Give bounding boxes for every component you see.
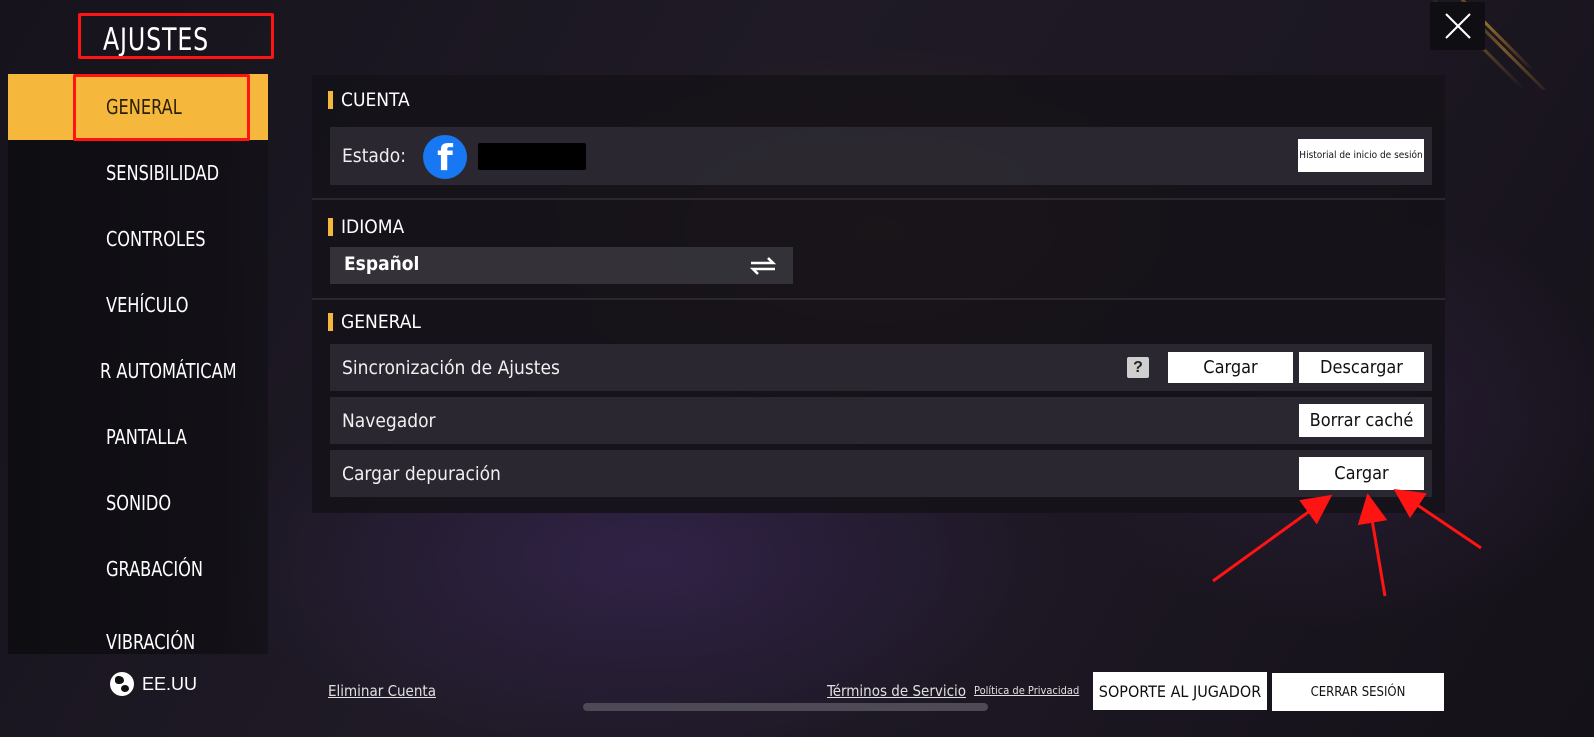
globe-icon (110, 672, 134, 696)
logout-button[interactable]: CERRAR SESIÓN (1272, 673, 1444, 711)
sync-label: Sincronización de Ajustes (342, 356, 560, 379)
sidebar: GENERAL SENSIBILIDAD CONTROLES VEHÍCULO … (8, 74, 268, 654)
status-label: Estado: (342, 145, 406, 167)
section-title: CUENTA (341, 89, 410, 111)
browser-label: Navegador (342, 409, 436, 432)
login-history-button[interactable]: Historial de inicio de sesión (1298, 139, 1424, 172)
sidebar-item-vehiculo[interactable]: VEHÍCULO (8, 272, 268, 338)
sidebar-item-pantalla[interactable]: PANTALLA (8, 404, 268, 470)
sidebar-item-label: VEHÍCULO (106, 293, 189, 317)
sidebar-item-sonido[interactable]: SONIDO (8, 470, 268, 536)
sync-upload-button[interactable]: Cargar (1168, 352, 1293, 383)
sidebar-item-sensibilidad[interactable]: SENSIBILIDAD (8, 140, 268, 206)
annotation-arrow (1357, 493, 1388, 597)
terms-link[interactable]: Términos de Servicio (827, 682, 966, 700)
redacted-username (478, 143, 586, 170)
sidebar-item-label: R AUTOMÁTICAM (100, 359, 237, 383)
divider (312, 298, 1445, 300)
section-general: GENERAL (328, 311, 421, 333)
section-title: IDIOMA (341, 216, 405, 238)
section-accent-bar (328, 218, 333, 236)
sync-download-button[interactable]: Descargar (1299, 352, 1424, 383)
annotation-box-general (73, 74, 250, 141)
close-icon (1444, 13, 1471, 39)
delete-account-link[interactable]: Eliminar Cuenta (328, 682, 436, 700)
facebook-icon: f (423, 135, 467, 179)
language-selector[interactable]: Español (330, 247, 793, 284)
language-value: Español (344, 253, 420, 275)
debug-row: Cargar depuración Cargar (330, 450, 1432, 497)
sidebar-item-label: PANTALLA (106, 425, 187, 449)
help-icon[interactable]: ? (1127, 357, 1149, 378)
sync-row: Sincronización de Ajustes ? Cargar Desca… (330, 344, 1432, 391)
sidebar-item-label: GRABACIÓN (106, 557, 203, 581)
sidebar-item-grabacion[interactable]: GRABACIÓN (8, 536, 268, 602)
horizontal-scrollbar[interactable] (583, 703, 988, 711)
player-support-button[interactable]: SOPORTE AL JUGADOR (1093, 672, 1267, 710)
section-accent-bar (328, 313, 333, 331)
sidebar-item-label: SONIDO (106, 491, 172, 515)
sidebar-item-automatico[interactable]: R AUTOMÁTICAM (8, 338, 268, 404)
sidebar-item-controles[interactable]: CONTROLES (8, 206, 268, 272)
sidebar-item-label: SENSIBILIDAD (106, 161, 220, 185)
region-label: EE.UU (142, 673, 198, 694)
sidebar-item-label: CONTROLES (106, 227, 206, 251)
sidebar-item-vibracion[interactable]: VIBRACIÓN (8, 602, 268, 654)
clear-cache-button[interactable]: Borrar caché (1299, 404, 1424, 437)
account-row: Estado: f Historial de inicio de sesión (330, 127, 1432, 185)
debug-label: Cargar depuración (342, 462, 501, 485)
section-cuenta: CUENTA (328, 89, 410, 111)
section-accent-bar (328, 91, 333, 109)
swap-arrows-icon (749, 257, 777, 275)
close-button[interactable] (1430, 2, 1485, 50)
browser-row: Navegador Borrar caché (330, 397, 1432, 444)
settings-panel: CUENTA Estado: f Historial de inicio de … (312, 75, 1445, 513)
sidebar-item-label: VIBRACIÓN (106, 630, 196, 654)
debug-upload-button[interactable]: Cargar (1299, 457, 1424, 490)
privacy-link[interactable]: Política de Privacidad (974, 684, 1079, 697)
section-idioma: IDIOMA (328, 216, 404, 238)
region-selector[interactable]: EE.UU (110, 672, 197, 696)
section-title: GENERAL (341, 311, 421, 333)
divider (312, 198, 1445, 200)
annotation-box-title (78, 13, 274, 59)
